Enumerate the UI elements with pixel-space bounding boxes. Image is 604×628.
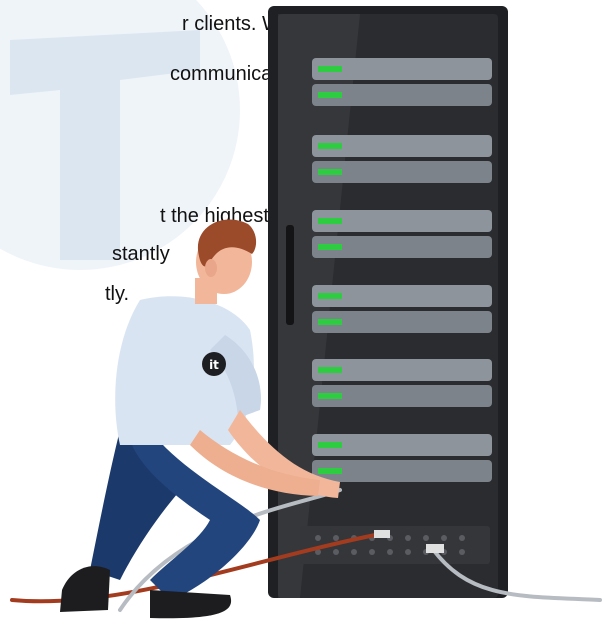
shirt-logo-text: it	[209, 358, 219, 372]
technician-illustration: it	[10, 6, 602, 619]
shirt-logo: it	[202, 352, 226, 376]
